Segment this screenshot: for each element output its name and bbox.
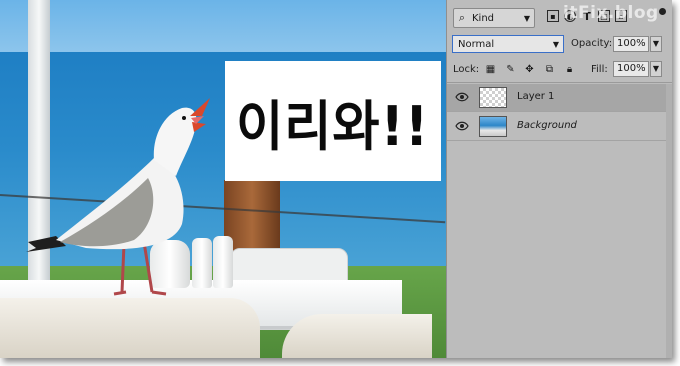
layer-thumbnail [479,87,507,108]
layer-row-background[interactable]: Background [447,113,672,141]
photo-chair-back [0,298,260,358]
lock-label: Lock: [453,64,480,75]
layer-thumbnail [479,116,507,137]
layers-panel: ⌕ Kind ▼ ▪ ◐ T □ ▫ itFix.blog Normal ▼ O… [446,0,672,358]
app-window: 이리와!! ⌕ Kind ▼ ▪ ◐ T □ ▫ itFix.blog Norm… [0,0,672,358]
opacity-label: Opacity: [571,38,613,49]
lock-all-icon[interactable]: 🔒︎ [564,64,575,75]
text-layer-box[interactable]: 이리와!! [225,61,441,181]
filter-toggle-icon[interactable] [659,8,666,15]
layer-filter-dropdown[interactable]: ⌕ Kind ▼ [453,8,535,28]
blend-mode-value: Normal [458,38,495,50]
fill-label: Fill: [591,64,608,75]
blend-mode-dropdown[interactable]: Normal ▼ [452,35,564,53]
eye-icon[interactable] [455,121,469,131]
blend-opacity-row: Normal ▼ Opacity: 100% ▼ [447,34,672,58]
lock-transparent-pixels-icon[interactable]: ▦ [485,64,496,75]
watermark: itFix.blog [563,3,659,23]
photo-pepper-shaker [213,236,233,288]
layer-name[interactable]: Layer 1 [517,91,554,102]
layer-name[interactable]: Background [517,120,577,131]
lock-position-icon[interactable]: ✥ [524,64,535,75]
document-canvas[interactable]: 이리와!! [0,0,446,358]
lock-image-pixels-icon[interactable]: ✎ [505,64,516,75]
photo-sky [0,0,446,56]
layer-row-layer-1[interactable]: Layer 1 [447,84,672,112]
chevron-down-icon: ▼ [552,39,560,49]
layer-filter-label: Kind [472,12,495,24]
opacity-dropdown-button[interactable]: ▼ [650,36,662,52]
layer-filter-row: ⌕ Kind ▼ ▪ ◐ T □ ▫ itFix.blog [447,0,672,34]
fill-dropdown-button[interactable]: ▼ [650,61,662,77]
eye-icon[interactable] [455,92,469,102]
opacity-input[interactable]: 100% [613,36,649,52]
seagull-image [26,98,210,296]
lock-artboard-icon[interactable]: ⧉ [544,64,555,75]
fill-input[interactable]: 100% [613,61,649,77]
overlay-text[interactable]: 이리와!! [236,82,429,161]
search-icon: ⌕ [458,11,466,24]
image-filter-icon[interactable]: ▪ [547,10,559,22]
chevron-down-icon: ▼ [523,13,531,23]
lock-fill-row: Lock: ▦ ✎ ✥ ⧉ 🔒︎ Fill: 100% ▼ [447,58,672,83]
panel-scrollbar[interactable] [666,84,672,358]
photo-chair-back [282,314,432,358]
